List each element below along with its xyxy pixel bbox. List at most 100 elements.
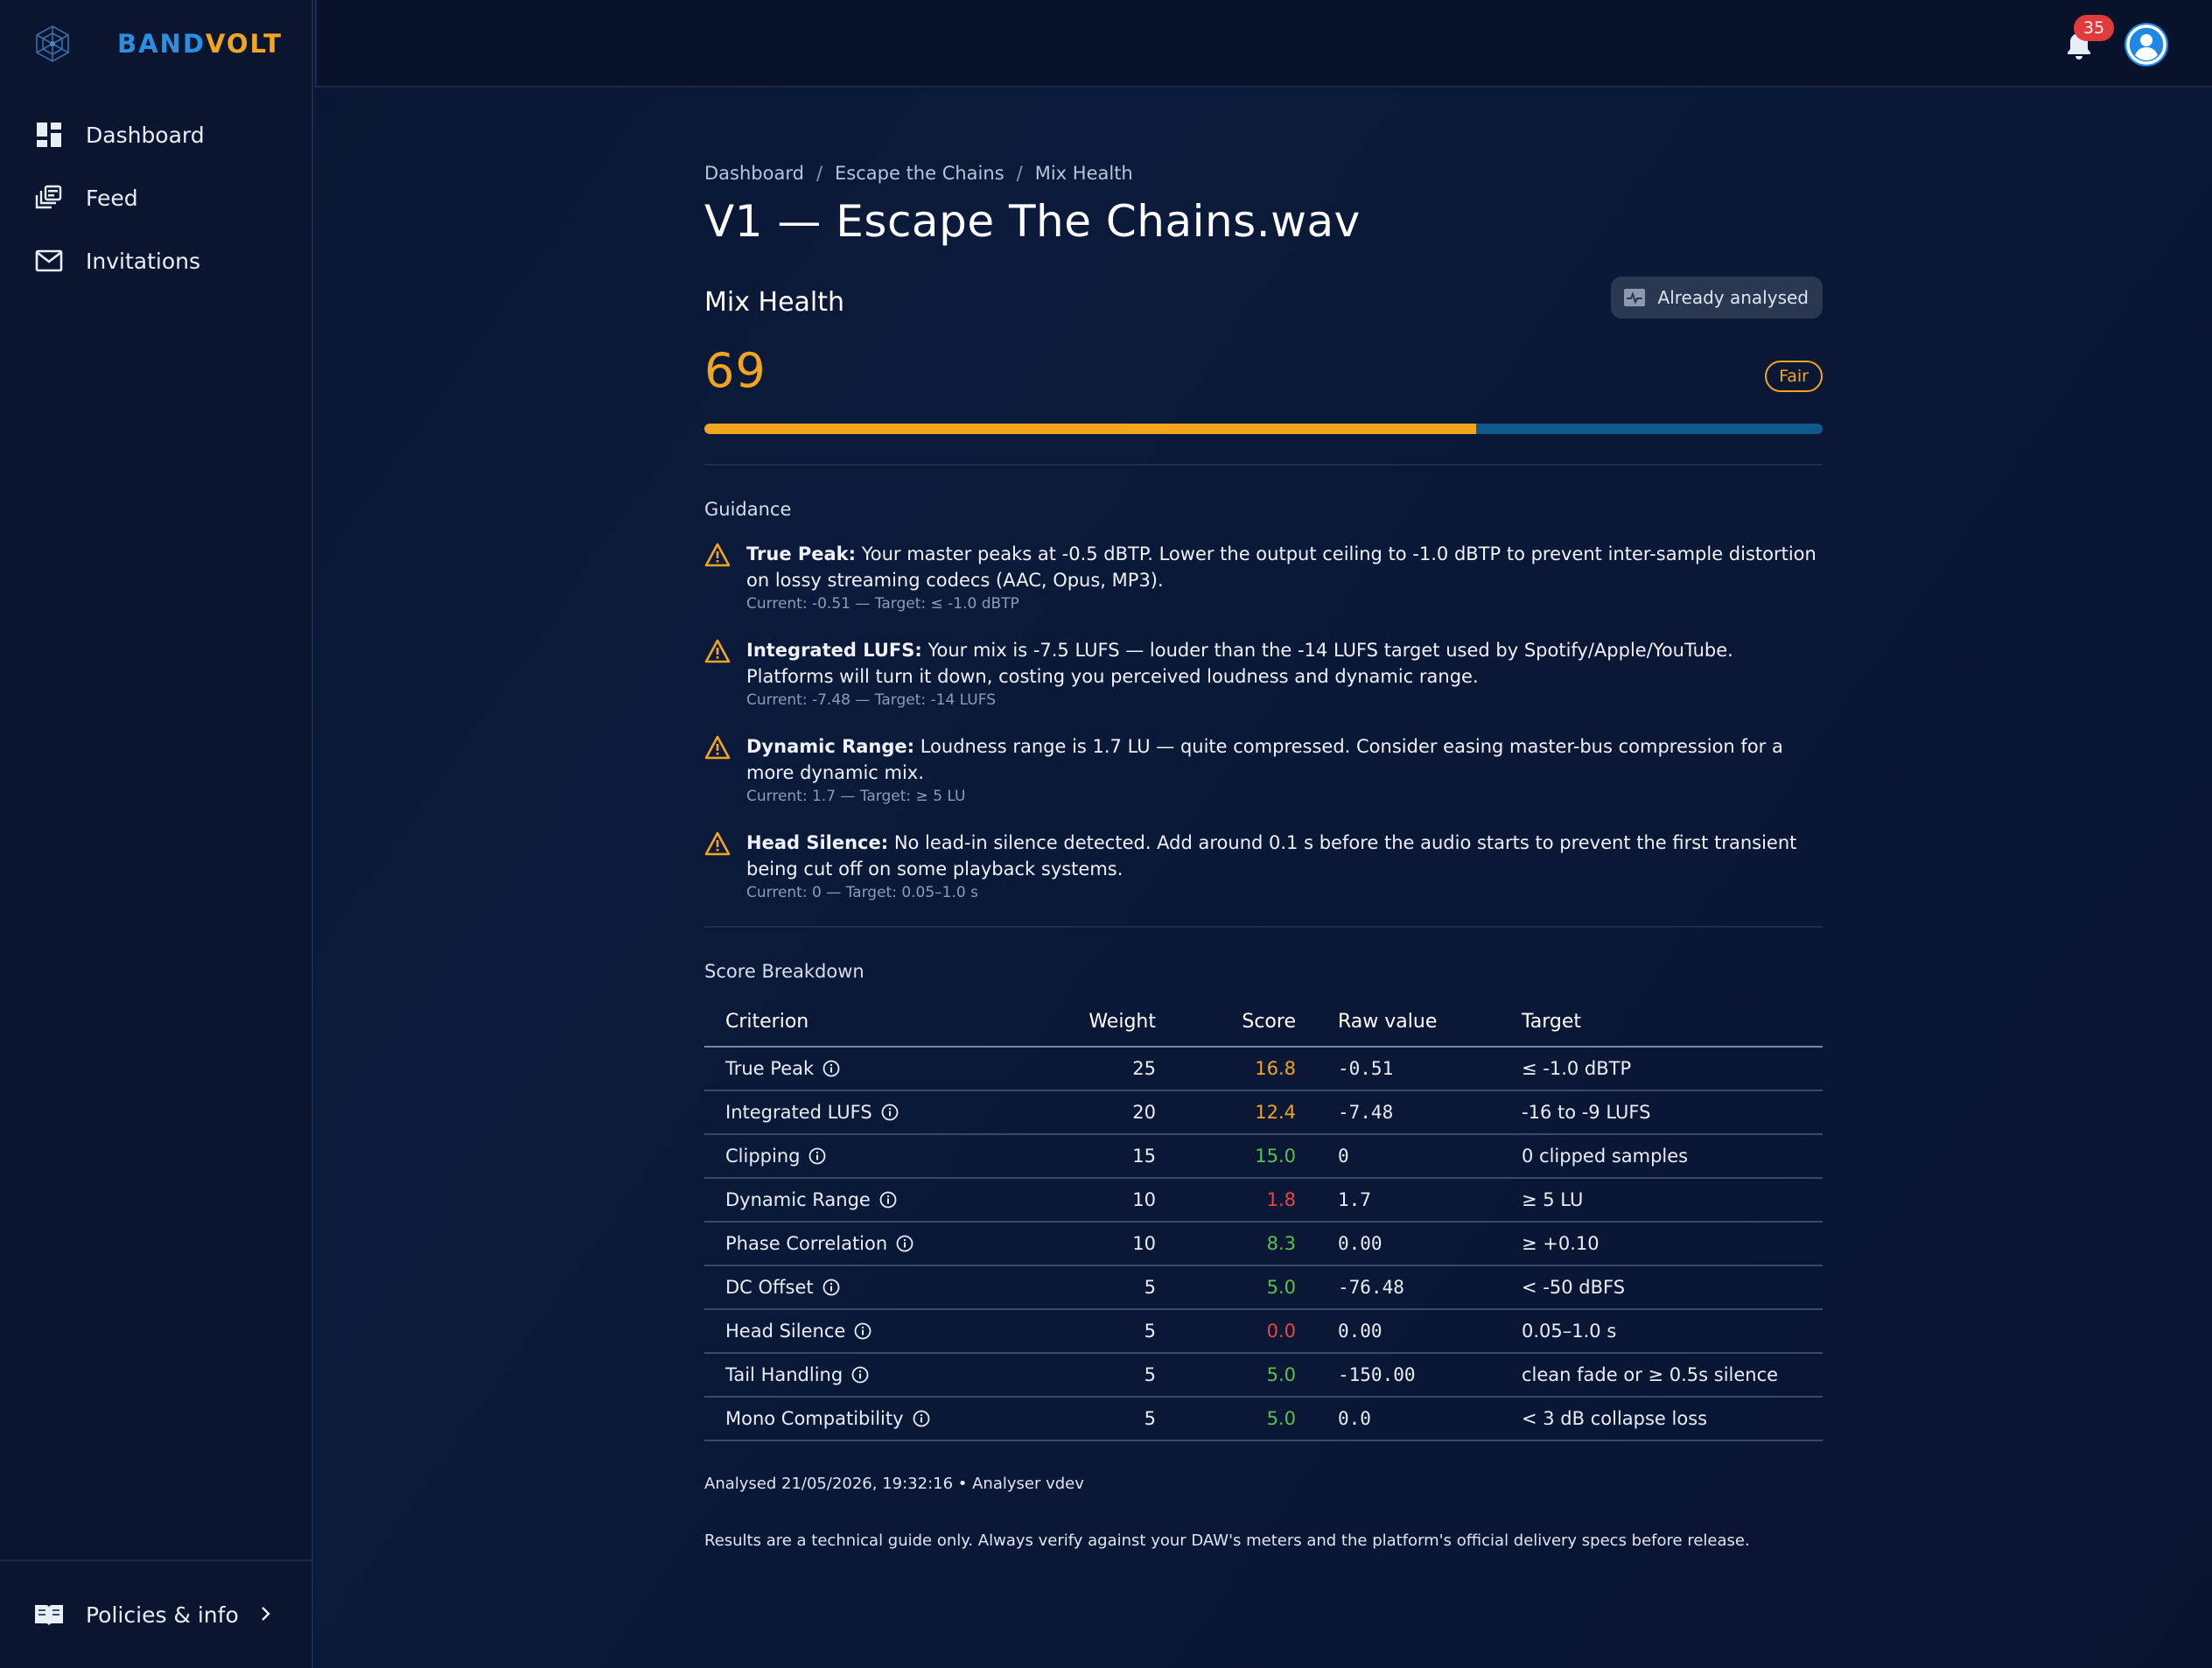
criterion-name: Tail Handling — [725, 1364, 844, 1385]
score-cell: 5.0 — [1177, 1353, 1317, 1398]
score-row: 69 Fair — [704, 343, 1823, 406]
breadcrumb-project[interactable]: Escape the Chains — [835, 163, 1004, 184]
criterion-cell: True Peak — [704, 1047, 1019, 1091]
topbar — [315, 0, 2212, 88]
guidance-meta: Current: 0 — Target: 0.05–1.0 s — [746, 884, 978, 901]
table-row: Tail Handling 5 5.0 -150.00 clean fade or ≥ … — [704, 1353, 1823, 1398]
mix-health-header: Mix Health Already analysed — [704, 277, 1823, 329]
criterion-cell: Phase Correlation — [704, 1222, 1019, 1266]
score-cell: 1.8 — [1177, 1178, 1317, 1223]
breadcrumb-current: Mix Health — [1034, 163, 1133, 184]
weight-cell: 5 — [1019, 1397, 1177, 1441]
target-cell: ≥ 5 LU — [1501, 1178, 1823, 1223]
table-row: Mono Compatibility 5 5.0 0.0 < 3 dB collapse… — [704, 1397, 1823, 1441]
criterion-name: Head Silence — [725, 1321, 846, 1342]
guidance-text: No lead-in silence detected. Add around … — [746, 832, 1797, 880]
table-row: Clipping 15 15.0 0 0 clipped samples — [704, 1134, 1823, 1179]
table-row: Integrated LUFS 20 12.4 -7.48 -16 to -9 LUFS — [704, 1090, 1823, 1135]
divider — [704, 926, 1823, 928]
score-progress-fill — [704, 424, 1476, 434]
raw-value-cell: -76.48 — [1317, 1265, 1501, 1310]
score-cell: 12.4 — [1177, 1090, 1317, 1135]
sidebar-item-invitations[interactable]: Invitations — [0, 229, 312, 292]
guidance-meta: Current: -0.51 — Target: ≤ -1.0 dBTP — [746, 595, 1019, 613]
info-icon[interactable] — [822, 1060, 840, 1077]
weight-cell: 25 — [1019, 1047, 1177, 1091]
weight-cell: 10 — [1019, 1222, 1177, 1266]
criterion-cell: Integrated LUFS — [704, 1090, 1019, 1135]
guidance-text: Your master peaks at -0.5 dBTP. Lower th… — [746, 543, 1816, 591]
mix-health-title: Mix Health — [704, 287, 845, 318]
policies-info-link[interactable]: Policies & info — [0, 1559, 312, 1668]
guidance-item: Head Silence: No lead-in silence detecte… — [704, 830, 1823, 901]
guidance-label: True Peak: — [746, 543, 857, 564]
weight-cell: 5 — [1019, 1265, 1177, 1310]
notification-count-badge: 35 — [2074, 15, 2114, 41]
already-analysed-button[interactable]: Already analysed — [1610, 277, 1823, 319]
criterion-name: Dynamic Range — [725, 1189, 871, 1210]
table-row: Dynamic Range 10 1.8 1.7 ≥ 5 LU — [704, 1178, 1823, 1223]
table-row: DC Offset 5 5.0 -76.48 < -50 dBFS — [704, 1265, 1823, 1310]
table-header-row: Criterion Weight Score Raw value Target — [704, 998, 1823, 1048]
weight-cell: 5 — [1019, 1353, 1177, 1398]
feed-icon — [35, 185, 62, 209]
raw-value-cell: 0.00 — [1317, 1222, 1501, 1266]
raw-value-cell: -0.51 — [1317, 1047, 1501, 1091]
criterion-cell: Head Silence — [704, 1309, 1019, 1354]
user-avatar[interactable] — [2124, 23, 2168, 67]
weight-cell: 20 — [1019, 1090, 1177, 1135]
guidance-meta: Current: 1.7 — Target: ≥ 5 LU — [746, 788, 966, 805]
info-icon[interactable] — [808, 1147, 826, 1165]
guidance-item: True Peak: Your master peaks at -0.5 dBT… — [704, 541, 1823, 613]
target-cell: 0 clipped samples — [1501, 1134, 1823, 1179]
target-cell: ≥ +0.10 — [1501, 1222, 1823, 1266]
score-cell: 16.8 — [1177, 1047, 1317, 1091]
criterion-cell: Dynamic Range — [704, 1178, 1019, 1223]
info-icon[interactable] — [822, 1279, 840, 1296]
table-row: Phase Correlation 10 8.3 0.00 ≥ +0.10 — [704, 1222, 1823, 1266]
sidebar-item-dashboard[interactable]: Dashboard — [0, 103, 312, 166]
info-icon[interactable] — [913, 1410, 930, 1427]
info-icon[interactable] — [851, 1366, 869, 1384]
criterion-name: Clipping — [725, 1146, 801, 1167]
page-title: V1 — Escape The Chains.wav — [704, 196, 1361, 247]
score-cell: 8.3 — [1177, 1222, 1317, 1266]
criterion-name: DC Offset — [725, 1277, 814, 1298]
column-header-target: Target — [1501, 998, 1823, 1048]
mail-icon — [35, 249, 63, 272]
column-header-raw-value: Raw value — [1317, 998, 1501, 1048]
info-icon[interactable] — [879, 1191, 897, 1209]
criterion-cell: Mono Compatibility — [704, 1397, 1019, 1441]
criterion-name: True Peak — [725, 1058, 815, 1079]
guidance-meta: Current: -7.48 — Target: -14 LUFS — [746, 691, 997, 709]
sidebar-item-label: Dashboard — [86, 122, 205, 148]
policies-info-label: Policies & info — [86, 1601, 239, 1628]
sidebar-item-feed[interactable]: Feed — [0, 166, 312, 229]
rating-badge: Fair — [1765, 361, 1823, 392]
warning-icon — [704, 639, 731, 663]
info-icon[interactable] — [854, 1322, 872, 1340]
criterion-cell: DC Offset — [704, 1265, 1019, 1310]
book-icon — [35, 1605, 63, 1626]
breadcrumb-separator: / — [1016, 163, 1023, 184]
score-cell: 0.0 — [1177, 1309, 1317, 1354]
analysis-icon — [1623, 289, 1645, 306]
criterion-name: Mono Compatibility — [725, 1408, 904, 1429]
info-icon[interactable] — [896, 1235, 914, 1252]
info-icon[interactable] — [881, 1104, 899, 1121]
score-breakdown-title: Score Breakdown — [704, 961, 864, 982]
column-header-score: Score — [1177, 998, 1317, 1048]
target-cell: ≤ -1.0 dBTP — [1501, 1047, 1823, 1091]
warning-icon — [704, 735, 731, 760]
target-cell: < 3 dB collapse loss — [1501, 1397, 1823, 1441]
brand[interactable]: BANDVOLT — [32, 19, 283, 68]
guidance-item: Integrated LUFS: Your mix is -7.5 LUFS —… — [704, 637, 1823, 709]
score-progress-bar — [704, 424, 1823, 434]
already-analysed-label: Already analysed — [1657, 287, 1809, 308]
column-header-criterion: Criterion — [704, 998, 1019, 1048]
sidebar: BANDVOLT Dashboard Feed Invitations Poli… — [0, 0, 313, 1668]
breadcrumb-dashboard[interactable]: Dashboard — [704, 163, 804, 184]
raw-value-cell: 0.00 — [1317, 1309, 1501, 1354]
column-header-weight: Weight — [1019, 998, 1177, 1048]
criterion-name: Phase Correlation — [725, 1233, 888, 1254]
